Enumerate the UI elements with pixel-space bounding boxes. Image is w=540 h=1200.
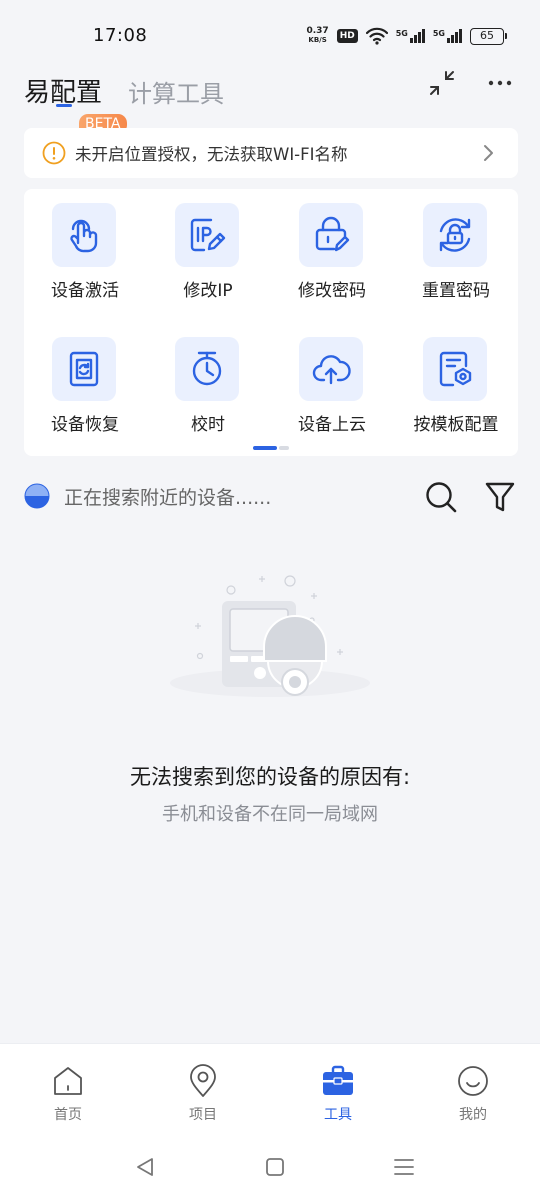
tool-tile (175, 337, 239, 401)
status-time: 17:08 (93, 25, 148, 46)
system-back-icon[interactable] (133, 1155, 157, 1179)
tool-device-cloud[interactable]: 设备上云 (277, 323, 387, 443)
cloud-upload-icon (312, 355, 351, 385)
network-speed: 0.37 KB/S (306, 27, 328, 45)
tool-tile (423, 203, 487, 267)
nav-tools[interactable]: 工具 (298, 1064, 378, 1134)
hd-voice-badge: HD (336, 29, 358, 43)
location-permission-notice[interactable]: 未开启位置授权，无法获取WI-FI名称 (24, 128, 518, 178)
signal-2-label: 5G (432, 29, 445, 38)
network-speed-unit: KB/S (308, 36, 327, 44)
tool-tile (52, 203, 116, 267)
home-icon (54, 1067, 82, 1095)
tool-edit-ip[interactable]: 修改IP (153, 189, 263, 309)
smile-face-icon (458, 1066, 488, 1096)
wifi-icon (365, 27, 388, 45)
tool-device-activate[interactable]: 设备激活 (30, 189, 140, 309)
nav-label: 项目 (189, 1107, 217, 1123)
nav-projects[interactable]: 项目 (163, 1064, 243, 1134)
reset-password-icon (439, 218, 471, 252)
tools-page-indicator (253, 446, 289, 450)
empty-state-reason: 手机和设备不在同一局域网 (162, 804, 378, 825)
tool-tile (175, 203, 239, 267)
tool-reset-password[interactable]: 重置密码 (401, 189, 511, 309)
status-bar: 17:08 0.37 KB/S HD 5G 5G 65 (0, 0, 540, 60)
page-dot-active (253, 446, 277, 450)
collapse-icon[interactable] (427, 68, 457, 98)
tool-time-sync[interactable]: 校时 (153, 323, 263, 443)
loading-spinner-icon (24, 483, 50, 509)
empty-state-title: 无法搜索到您的设备的原因有: (129, 765, 411, 789)
network-speed-value: 0.37 (306, 26, 329, 36)
tool-label: 设备上云 (298, 415, 366, 435)
tool-label: 设备激活 (51, 281, 119, 301)
notice-text: 未开启位置授权，无法获取WI-FI名称 (75, 145, 348, 164)
tool-label: 修改密码 (298, 281, 366, 301)
device-search-row: 正在搜索附近的设备...... (0, 472, 540, 520)
warning-icon (42, 141, 66, 165)
nav-label: 工具 (324, 1107, 352, 1123)
search-status-text: 正在搜索附近的设备...... (64, 487, 272, 509)
location-pin-icon (190, 1064, 216, 1097)
empty-device-illustration (170, 575, 370, 697)
system-home-icon[interactable] (263, 1155, 287, 1179)
touch-activate-icon (70, 219, 98, 253)
tools-grid: 设备激活 修改IP 修改密码 重置密码 设备恢复 校时 设备上云 按模板配置 (24, 189, 518, 456)
tool-label: 校时 (191, 415, 225, 435)
signal-1-label: 5G (395, 29, 408, 38)
active-tab-indicator (56, 104, 72, 107)
signal-icon: 5G (433, 29, 462, 43)
edit-ip-icon (190, 218, 226, 252)
more-icon[interactable] (485, 68, 515, 98)
chevron-right-icon (484, 145, 493, 161)
tool-label: 重置密码 (422, 281, 490, 301)
tool-tile (299, 203, 363, 267)
tool-template-config[interactable]: 按模板配置 (401, 323, 511, 443)
nav-label: 首页 (54, 1107, 82, 1123)
app-header: 易配置 BETA 计算工具 (0, 60, 540, 134)
tool-tile (299, 337, 363, 401)
battery-icon: 65 (470, 27, 507, 45)
tool-label: 设备恢复 (51, 415, 119, 435)
system-menu-icon[interactable] (392, 1155, 416, 1179)
timer-icon (192, 351, 222, 386)
page-dot (279, 446, 289, 450)
tool-edit-password[interactable]: 修改密码 (277, 189, 387, 309)
tool-label: 修改IP (183, 281, 233, 301)
nav-home[interactable]: 首页 (28, 1064, 108, 1134)
filter-icon[interactable] (484, 480, 516, 514)
nav-label: 我的 (459, 1107, 487, 1123)
tool-tile (423, 337, 487, 401)
edit-password-icon (315, 216, 350, 252)
tab-compute-tools[interactable]: 计算工具 (128, 74, 224, 109)
tool-tile (52, 337, 116, 401)
tool-label: 按模板配置 (413, 415, 499, 435)
search-icon[interactable] (424, 480, 458, 514)
system-icons: 0.37 KB/S HD 5G 5G 65 (306, 25, 507, 47)
template-config-icon (439, 351, 472, 387)
signal-icon: 5G (396, 29, 425, 43)
device-restore-icon (69, 351, 99, 387)
toolbox-icon (323, 1065, 353, 1095)
nav-mine[interactable]: 我的 (433, 1064, 513, 1134)
tool-device-restore[interactable]: 设备恢复 (30, 323, 140, 443)
